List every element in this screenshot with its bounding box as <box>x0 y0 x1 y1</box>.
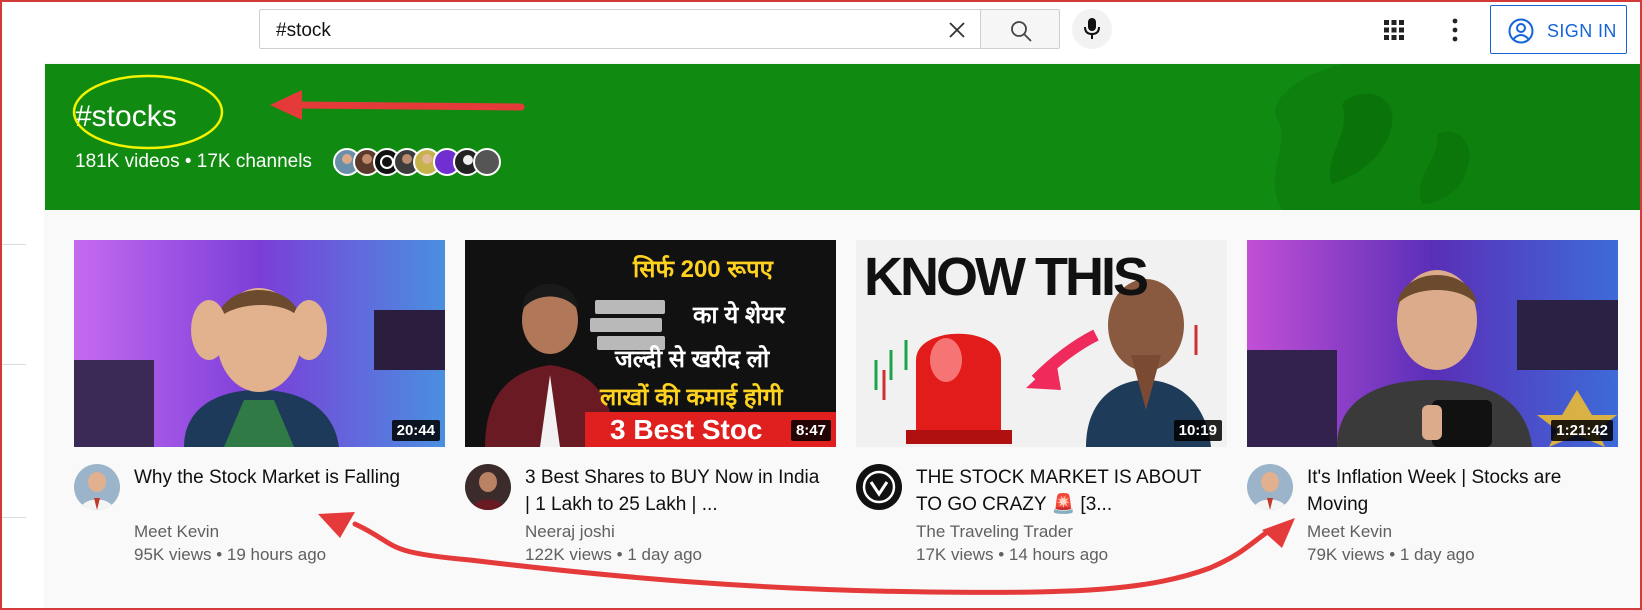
video-duration: 8:47 <box>790 420 831 441</box>
video-title[interactable]: THE STOCK MARKET IS ABOUT TO GO CRAZY 🚨 … <box>916 464 1216 518</box>
channel-name[interactable]: Meet Kevin <box>134 522 219 542</box>
thumbnail-text: 3 Best Stoc <box>610 414 763 445</box>
channel-avatar[interactable] <box>465 464 511 510</box>
account-icon <box>1508 18 1534 44</box>
channel-name[interactable]: The Traveling Trader <box>916 522 1073 542</box>
channel-name[interactable]: Meet Kevin <box>1307 522 1392 542</box>
channel-avatar[interactable] <box>473 148 501 176</box>
video-duration: 10:19 <box>1173 420 1222 441</box>
channel-avatar[interactable] <box>856 464 902 510</box>
thumbnail-image <box>1247 240 1618 447</box>
video-thumbnail[interactable]: 1:21:42 <box>1247 240 1618 447</box>
search-icon <box>1011 21 1032 42</box>
video-thumbnail[interactable]: KNOW THIS 10:19 <box>856 240 1227 447</box>
search-input[interactable]: #stock <box>259 9 980 49</box>
close-icon[interactable] <box>946 19 968 41</box>
video-thumbnail[interactable]: 20:44 <box>74 240 445 447</box>
thumbnail-text: सिर्फ 200 रूपए <box>633 256 773 283</box>
banner-texture <box>1274 64 1642 210</box>
apps-grid-icon[interactable] <box>1382 18 1406 42</box>
sign-in-button[interactable]: SIGN IN <box>1490 5 1627 54</box>
video-title[interactable]: Why the Stock Market is Falling <box>134 464 434 491</box>
divider <box>0 364 26 365</box>
video-title[interactable]: 3 Best Shares to BUY Now in India | 1 La… <box>525 464 825 518</box>
sign-in-label: SIGN IN <box>1547 21 1617 41</box>
channel-avatar[interactable] <box>74 464 120 510</box>
hashtag-title: #stocks <box>75 100 177 133</box>
video-meta: 17K views • 14 hours ago <box>916 545 1109 564</box>
voice-search-button[interactable] <box>1072 9 1112 49</box>
video-meta: 122K views • 1 day ago <box>525 545 703 564</box>
search-button[interactable] <box>980 9 1060 49</box>
masthead: #stock SIGN IN <box>0 0 1642 62</box>
video-thumbnail[interactable]: सिर्फ 200 रूपए का ये शेयर जल्दी से खरीद … <box>465 240 836 447</box>
search-query[interactable]: #stock <box>276 20 331 42</box>
video-duration: 20:44 <box>391 420 440 441</box>
channel-avatars <box>333 148 501 176</box>
hashtag-header: #stocks 181K videos • 17K channels <box>45 64 1642 210</box>
channel-avatar[interactable] <box>1247 464 1293 510</box>
curved-double-arrow <box>318 512 1295 595</box>
channel-name[interactable]: Neeraj joshi <box>525 522 615 542</box>
thumbnail-text: लाखों की कमाई होगी <box>600 384 783 411</box>
more-options-icon[interactable] <box>1443 17 1467 43</box>
thumbnail-text: जल्दी से खरीद लो <box>615 346 770 373</box>
thumbnail-text: KNOW THIS <box>864 247 1149 307</box>
thumbnail-image <box>74 240 445 447</box>
sidebar-edge <box>0 62 44 610</box>
hashtag-stats: 181K videos • 17K channels <box>75 151 312 172</box>
thumbnail-text: का ये शेयर <box>693 302 785 329</box>
video-meta: 95K views • 19 hours ago <box>134 545 327 564</box>
divider <box>0 244 26 245</box>
microphone-icon <box>1084 18 1100 39</box>
video-duration: 1:21:42 <box>1551 420 1613 441</box>
video-meta: 79K views • 1 day ago <box>1307 545 1475 564</box>
video-title[interactable]: It's Inflation Week | Stocks are Moving <box>1307 464 1607 518</box>
divider <box>0 517 26 518</box>
